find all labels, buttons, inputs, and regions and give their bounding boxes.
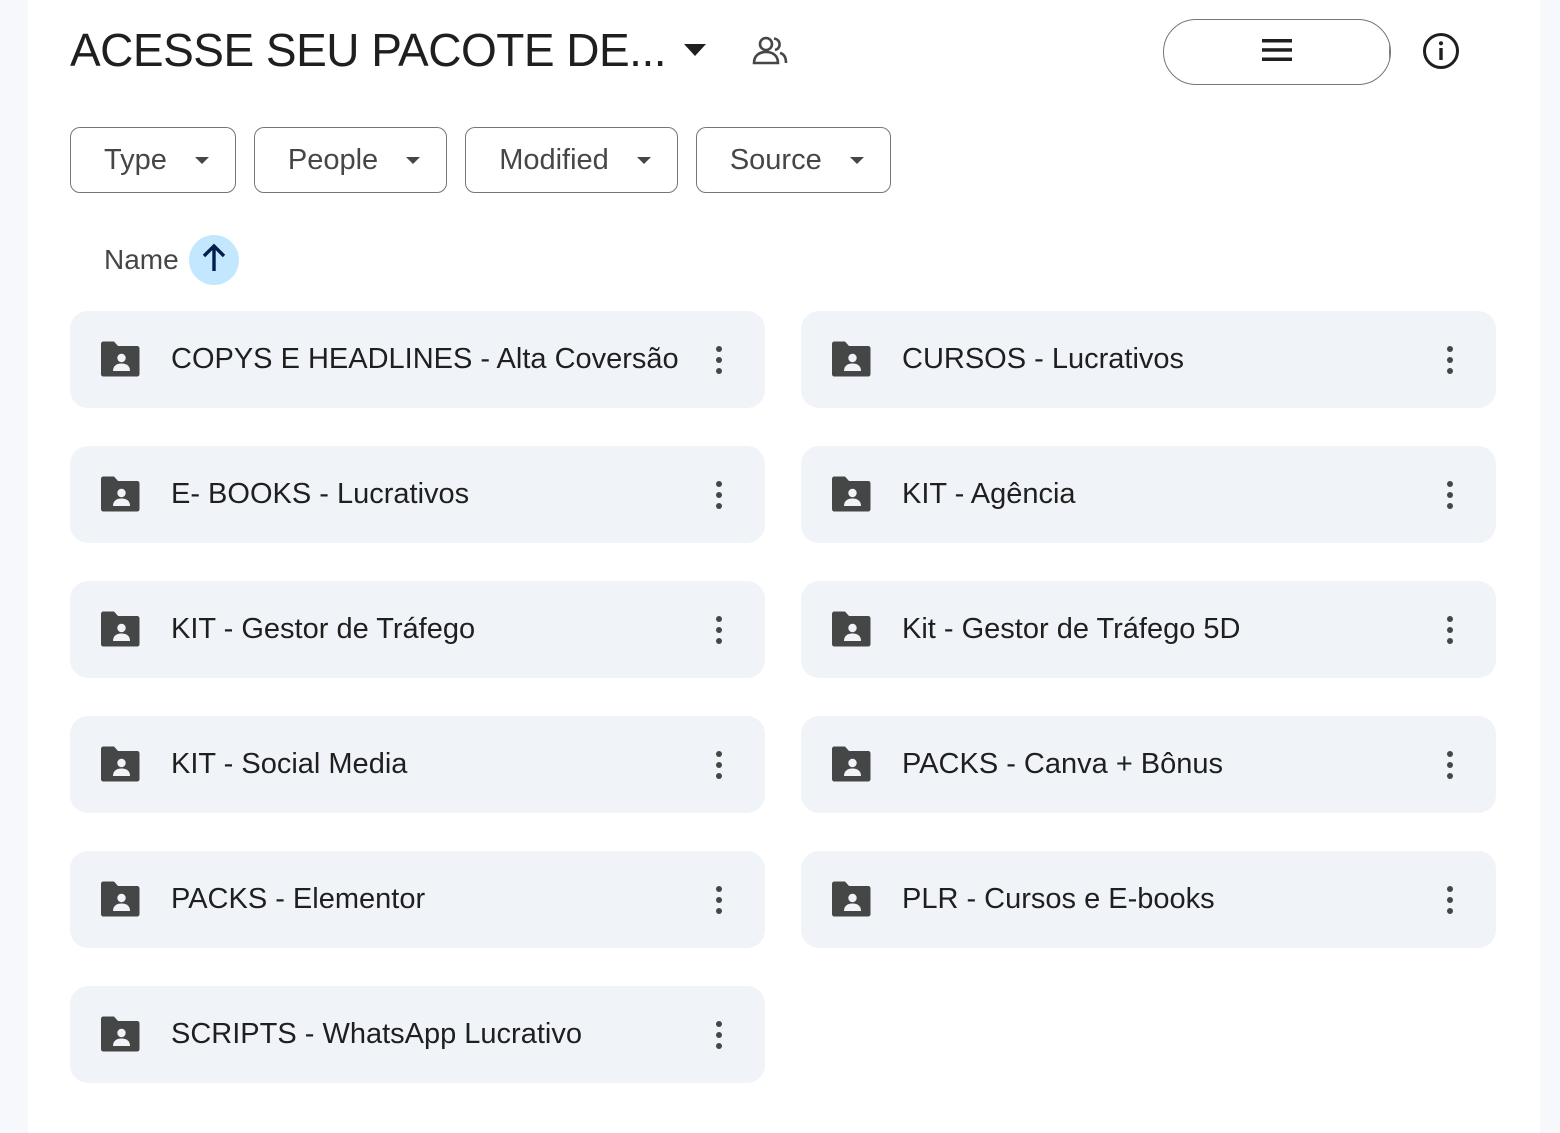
info-button[interactable]	[1417, 29, 1465, 77]
shared-folder-icon	[829, 880, 873, 918]
more-vert-icon[interactable]	[1428, 335, 1472, 385]
shared-folder-icon	[829, 340, 873, 378]
arrow-drop-down-icon	[684, 39, 707, 61]
arrow-drop-down-icon	[849, 156, 864, 164]
more-vert-icon[interactable]	[697, 875, 741, 925]
folder-name: CURSOS - Lucrativos	[902, 343, 1185, 375]
folder-name: PLR - Cursos e E-books	[902, 883, 1215, 915]
shared-folder-icon	[98, 475, 142, 513]
people-shared-icon[interactable]	[750, 30, 790, 70]
title-row: ACESSE SEU PACOTE DE...	[70, 18, 790, 82]
folder-card-10[interactable]: PLR - Cursos e E-books	[801, 851, 1496, 948]
filter-source-label: Source	[729, 143, 822, 176]
folder-card-8[interactable]: PACKS - Canva + Bônus	[801, 716, 1496, 813]
folder-grid: COPYS E HEADLINES - Alta Coversão CURSOS…	[70, 311, 1496, 1083]
folder-card-11[interactable]: SCRIPTS - WhatsApp Lucrativo	[70, 986, 765, 1083]
folder-name: Kit - Gestor de Tráfego 5D	[902, 613, 1241, 645]
shared-folder-icon	[829, 610, 873, 648]
folder-card-6[interactable]: Kit - Gestor de Tráfego 5D	[801, 581, 1496, 678]
folder-name: COPYS E HEADLINES - Alta Coversão	[171, 343, 679, 375]
sort-direction-button[interactable]	[188, 235, 239, 285]
folder-name: SCRIPTS - WhatsApp Lucrativo	[171, 1018, 582, 1050]
more-vert-icon[interactable]	[1428, 605, 1472, 655]
folder-name: KIT - Agência	[902, 478, 1076, 510]
folder-card-1[interactable]: COPYS E HEADLINES - Alta Coversão	[70, 311, 765, 408]
more-vert-icon[interactable]	[1428, 740, 1472, 790]
folder-card-9[interactable]: PACKS - Elementor	[70, 851, 765, 948]
list-view-button[interactable]	[1164, 20, 1390, 84]
arrow-upward-icon	[201, 243, 227, 278]
folder-name: KIT - Gestor de Tráfego	[171, 613, 476, 645]
more-vert-icon[interactable]	[697, 470, 741, 520]
more-vert-icon[interactable]	[697, 335, 741, 385]
folder-title-button[interactable]: ACESSE SEU PACOTE DE...	[70, 23, 707, 77]
folder-card-5[interactable]: KIT - Gestor de Tráfego	[70, 581, 765, 678]
folder-name: E- BOOKS - Lucrativos	[171, 478, 470, 510]
filter-source-chip[interactable]: Source	[695, 127, 891, 193]
shared-folder-icon	[98, 745, 142, 783]
folder-card-4[interactable]: KIT - Agência	[801, 446, 1496, 543]
folder-card-7[interactable]: KIT - Social Media	[70, 716, 765, 813]
arrow-drop-down-icon	[406, 156, 421, 164]
filter-modified-chip[interactable]: Modified	[465, 127, 678, 193]
shared-folder-icon	[829, 745, 873, 783]
more-vert-icon[interactable]	[697, 740, 741, 790]
view-toggle	[1163, 19, 1391, 85]
folder-card-2[interactable]: CURSOS - Lucrativos	[801, 311, 1496, 408]
folder-title: ACESSE SEU PACOTE DE...	[70, 24, 667, 76]
shared-folder-icon	[98, 610, 142, 648]
list-view-icon	[1260, 36, 1294, 69]
filter-people-chip[interactable]: People	[253, 127, 448, 193]
shared-folder-icon	[829, 475, 873, 513]
folder-card-3[interactable]: E- BOOKS - Lucrativos	[70, 446, 765, 543]
filter-type-label: Type	[104, 143, 167, 176]
filter-chips: Type People Modified Source	[70, 127, 891, 193]
info-icon	[1422, 32, 1460, 75]
folder-name: KIT - Social Media	[171, 748, 408, 780]
more-vert-icon[interactable]	[697, 1010, 741, 1060]
more-vert-icon[interactable]	[1428, 470, 1472, 520]
folder-name: PACKS - Canva + Bônus	[902, 748, 1224, 780]
more-vert-icon[interactable]	[1428, 875, 1472, 925]
filter-modified-label: Modified	[499, 143, 609, 176]
shared-folder-icon	[98, 340, 142, 378]
filter-people-label: People	[287, 143, 379, 176]
arrow-drop-down-icon	[194, 156, 209, 164]
sort-row: Name	[104, 234, 239, 286]
arrow-drop-down-icon	[636, 156, 651, 164]
folder-name: PACKS - Elementor	[171, 883, 426, 915]
shared-folder-icon	[98, 880, 142, 918]
more-vert-icon[interactable]	[697, 605, 741, 655]
sort-by-name-label[interactable]: Name	[104, 244, 179, 276]
filter-type-chip[interactable]: Type	[70, 127, 236, 193]
shared-folder-icon	[98, 1015, 142, 1053]
